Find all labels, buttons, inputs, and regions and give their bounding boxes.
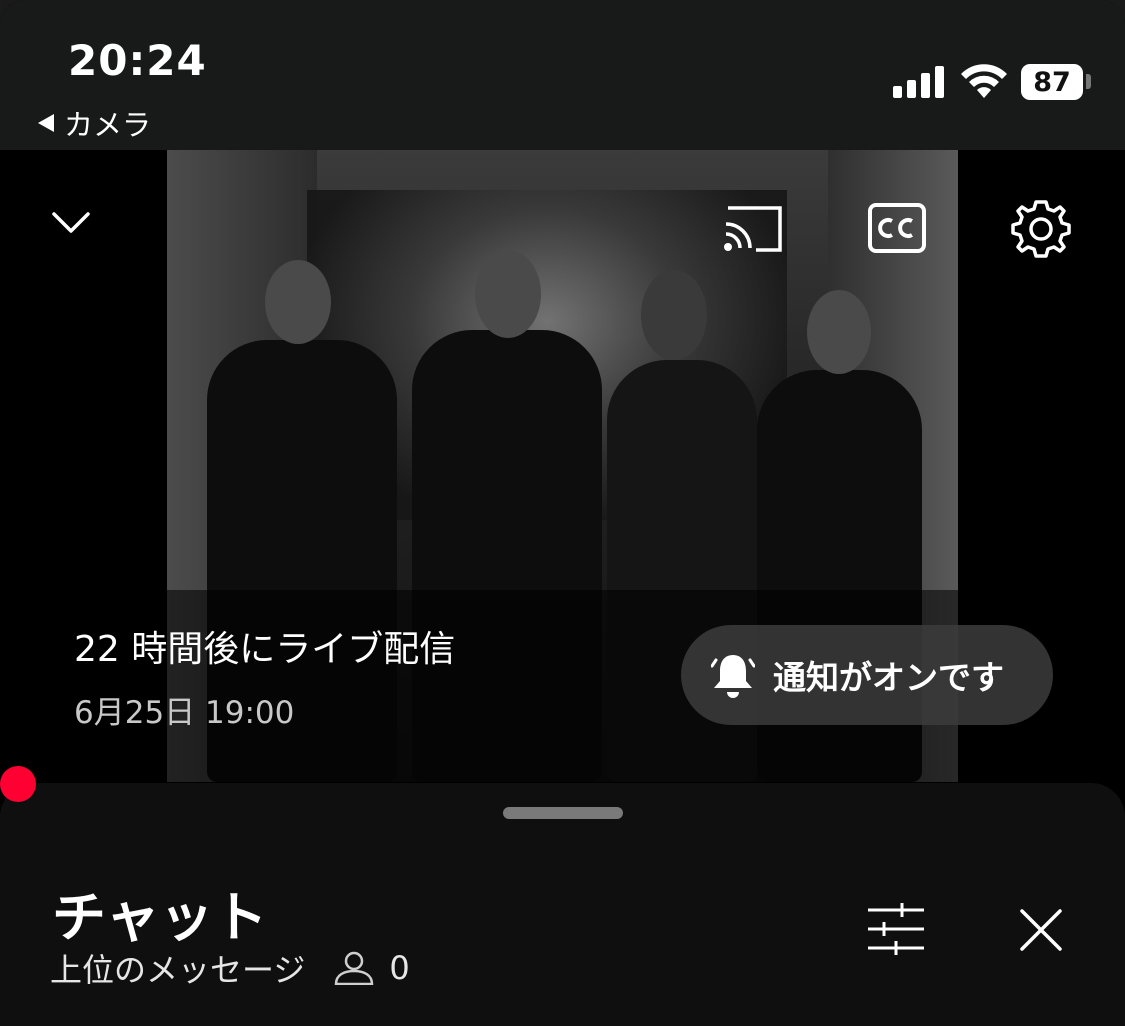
- chat-mode-label[interactable]: 上位のメッセージ: [50, 945, 305, 991]
- upcoming-live-date: 6月25日 19:00: [74, 695, 295, 731]
- cast-icon[interactable]: [722, 202, 784, 254]
- progress-scrubber-handle[interactable]: [0, 766, 36, 802]
- back-triangle-icon: [38, 114, 54, 132]
- notification-label: 通知がオンです: [773, 658, 1004, 697]
- band-member-3-head: [641, 270, 707, 360]
- chat-title: チャット: [52, 886, 268, 949]
- close-icon[interactable]: [1018, 907, 1064, 953]
- person-icon: [335, 951, 374, 985]
- back-link-label: カメラ: [64, 108, 152, 142]
- drag-handle[interactable]: [503, 807, 623, 819]
- app-window: 20:24 カメラ 87 22 時間後にライブ配信 6月25日 19:00 通知…: [0, 0, 1125, 1026]
- gear-icon[interactable]: [1010, 198, 1072, 260]
- viewer-count: 0: [389, 949, 410, 987]
- sliders-icon[interactable]: [866, 901, 926, 957]
- wifi-icon: [961, 64, 1007, 98]
- battery-nub: [1086, 74, 1091, 89]
- status-time: 20:24: [68, 36, 207, 85]
- back-to-camera-link[interactable]: カメラ: [38, 102, 151, 144]
- chat-panel: チャット 上位のメッセージ 0: [0, 783, 1125, 1026]
- video-player[interactable]: 22 時間後にライブ配信 6月25日 19:00 通知がオンです: [0, 150, 1125, 782]
- notification-toggle-button[interactable]: 通知がオンです: [681, 625, 1053, 725]
- cc-icon[interactable]: [868, 202, 926, 254]
- cellular-signal-icon: [893, 66, 944, 98]
- upcoming-live-title: 22 時間後にライブ配信: [74, 629, 456, 670]
- band-member-4-head: [807, 290, 871, 374]
- band-member-1-head: [265, 260, 331, 344]
- battery-indicator: 87: [1021, 64, 1083, 100]
- bell-icon: [711, 655, 755, 698]
- status-bar: 20:24 カメラ 87: [0, 0, 1125, 150]
- chevron-down-icon[interactable]: [48, 200, 94, 246]
- chat-subtitle-row: 上位のメッセージ 0: [50, 945, 410, 991]
- band-member-2-head: [475, 250, 541, 338]
